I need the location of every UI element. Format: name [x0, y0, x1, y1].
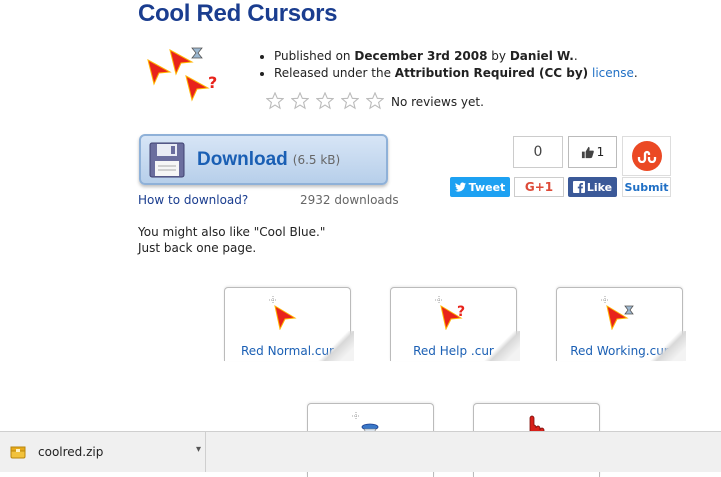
published-date: December 3rd 2008 [354, 49, 488, 63]
suggestion-text: You might also like "Cool Blue." Just ba… [138, 225, 326, 255]
google-plus-button[interactable]: G+1 [514, 177, 564, 197]
download-shelf: coolred.zip ▾ [0, 431, 721, 472]
download-button[interactable]: Download (6.5 kB) [139, 134, 388, 185]
star-icon[interactable] [291, 92, 309, 110]
published-line: Published on December 3rd 2008 by Daniel… [274, 48, 638, 65]
svg-text:?: ? [457, 304, 465, 320]
svg-text:?: ? [208, 73, 217, 92]
twitter-bird-icon [454, 182, 466, 192]
cursor-card[interactable]: Red Normal.cur [224, 287, 354, 361]
file-meta: Published on December 3rd 2008 by Daniel… [258, 48, 638, 82]
stumbleupon-submit-button[interactable]: Submit [622, 177, 671, 197]
license-name: Attribution Required (CC by) [394, 66, 589, 80]
review-status: No reviews yet. [391, 95, 484, 109]
zip-file-icon [10, 446, 26, 459]
floppy-disk-icon [149, 142, 185, 177]
license-link[interactable]: license [592, 66, 634, 80]
cursor-pack-logo: ? [147, 47, 217, 102]
download-item[interactable]: coolred.zip ▾ [0, 432, 206, 472]
chevron-down-icon[interactable]: ▾ [196, 444, 201, 455]
facebook-like-count: 1 [568, 136, 617, 168]
license-line: Released under the Attribution Required … [274, 65, 638, 82]
facebook-like-button[interactable]: Like [568, 177, 617, 197]
stumbleupon-icon [631, 141, 662, 171]
download-file-name: coolred.zip [38, 445, 104, 459]
red-arrow-cursor-icon [269, 296, 297, 330]
rating-stars[interactable] [266, 92, 384, 110]
download-count: 2932 downloads [300, 193, 399, 207]
how-to-download-link[interactable]: How to download? [138, 193, 248, 207]
star-icon[interactable] [366, 92, 384, 110]
thumbs-up-icon [581, 146, 594, 158]
cursor-card[interactable]: ? Red Help .cur [390, 287, 520, 361]
cursor-card[interactable]: Red Working.cur [556, 287, 686, 361]
tweet-button[interactable]: Tweet [450, 177, 510, 197]
star-icon[interactable] [316, 92, 334, 110]
star-icon[interactable] [266, 92, 284, 110]
star-icon[interactable] [341, 92, 359, 110]
red-help-cursor-icon: ? [435, 296, 465, 330]
author-name: Daniel W. [509, 49, 574, 63]
red-working-cursor-icon [601, 296, 634, 330]
download-size: (6.5 kB) [292, 152, 341, 167]
tweet-count: 0 [513, 136, 563, 168]
page-title: Cool Red Cursors [138, 0, 338, 27]
download-label: Download [197, 148, 288, 170]
stumbleupon-button[interactable] [622, 136, 671, 176]
facebook-icon [572, 181, 585, 193]
